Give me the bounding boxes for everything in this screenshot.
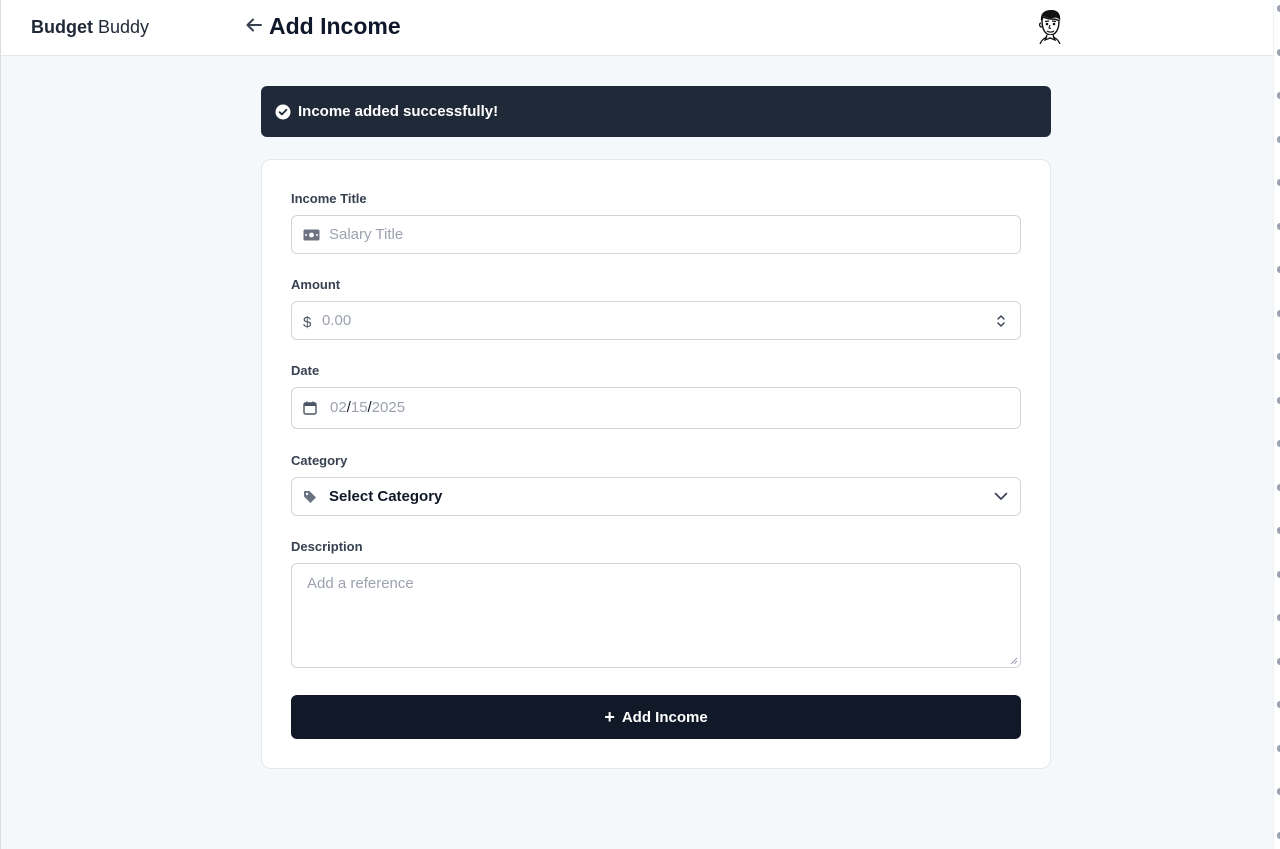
back-button[interactable] — [243, 14, 265, 36]
user-avatar[interactable] — [1034, 8, 1066, 46]
date-month[interactable]: 02 — [330, 399, 347, 416]
right-edge-strip — [1273, 0, 1280, 849]
date-label: Date — [291, 363, 320, 378]
dollar-prefix: $ — [303, 314, 312, 331]
income-title-placeholder: Salary Title — [329, 226, 404, 243]
left-edge-border — [0, 0, 1, 849]
chevron-down-icon — [994, 492, 1008, 500]
page-title: Add Income — [269, 13, 401, 39]
income-title-label: Income Title — [291, 191, 367, 206]
amount-label: Amount — [291, 277, 341, 292]
resize-handle-icon[interactable] — [1010, 657, 1018, 665]
money-bill-icon — [303, 229, 320, 241]
category-label: Category — [291, 453, 348, 468]
date-value: 02/15/2025 — [330, 399, 405, 416]
income-title-input[interactable]: Salary Title — [291, 215, 1021, 254]
description-label: Description — [291, 539, 363, 554]
amount-placeholder: 0.00 — [322, 312, 352, 329]
plus-icon: + — [604, 707, 615, 727]
income-form-card: Income Title Salary Title Amount $ 0.00 … — [261, 159, 1051, 769]
arrow-left-icon — [246, 18, 262, 32]
brand-regular: Buddy — [98, 17, 150, 37]
category-selected: Select Category — [329, 488, 443, 505]
top-header: Budget Buddy Add Income — [1, 0, 1273, 56]
date-input[interactable]: 02/15/2025 — [291, 387, 1021, 429]
date-year[interactable]: 2025 — [372, 399, 405, 416]
tag-icon — [303, 490, 317, 504]
add-income-button[interactable]: + Add Income — [291, 695, 1021, 739]
calendar-icon — [303, 401, 317, 415]
check-circle-icon — [275, 104, 291, 119]
success-toast: Income added successfully! — [261, 86, 1051, 137]
toast-message: Income added successfully! — [298, 103, 499, 120]
app-brand[interactable]: Budget Buddy — [31, 15, 149, 39]
category-select[interactable]: Select Category — [291, 477, 1021, 516]
amount-input[interactable]: $ 0.00 — [291, 301, 1021, 340]
description-textarea[interactable]: Add a reference — [291, 563, 1021, 668]
avatar-icon — [1038, 10, 1061, 45]
brand-bold: Budget — [31, 17, 93, 37]
date-day[interactable]: 15 — [351, 399, 368, 416]
number-spinner-icon[interactable] — [996, 313, 1006, 329]
add-income-button-label: Add Income — [621, 708, 708, 726]
description-placeholder: Add a reference — [307, 575, 414, 592]
